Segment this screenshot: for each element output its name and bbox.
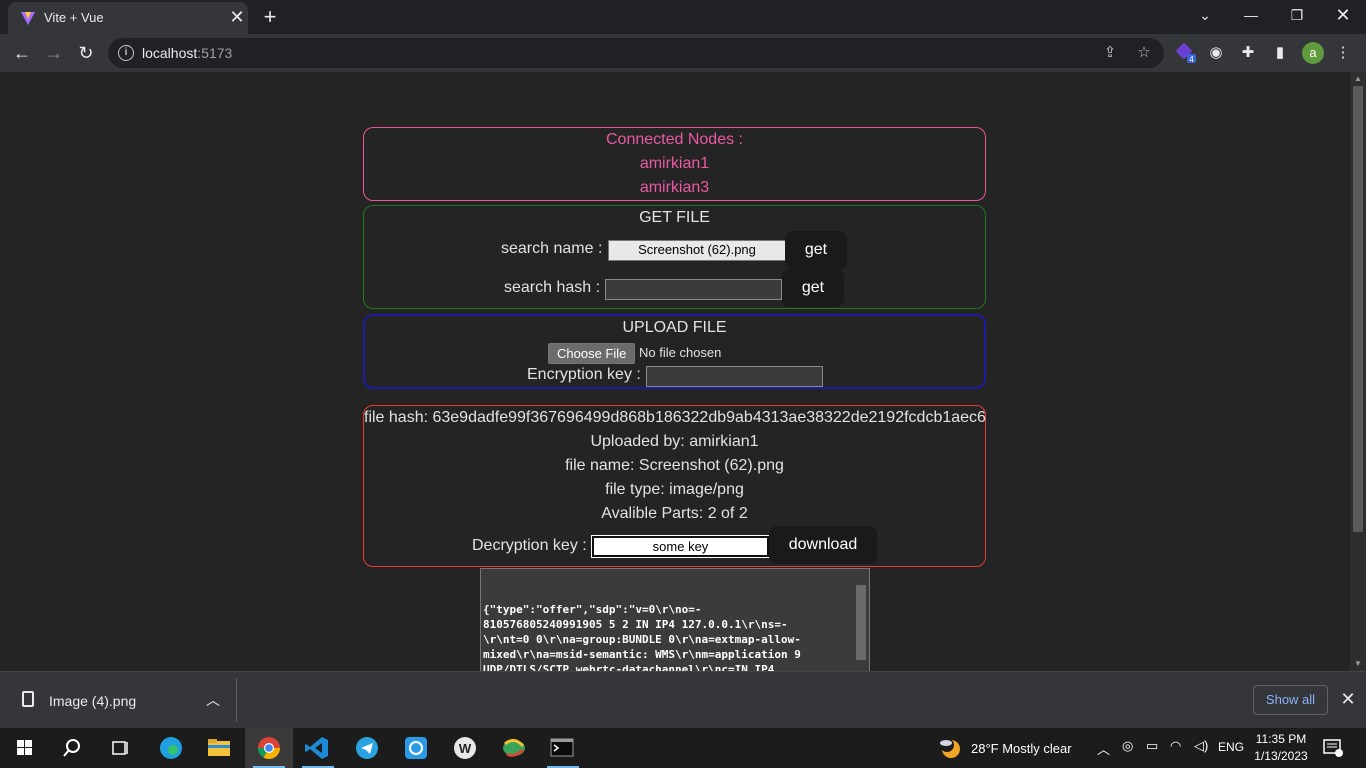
weather-text[interactable]: 28°F Mostly clear	[971, 741, 1072, 756]
file-name-text: file name: Screenshot (62).png	[565, 457, 784, 474]
page-scrollbar[interactable]: ▲ ▼	[1350, 72, 1366, 671]
forward-icon[interactable]: →	[41, 40, 67, 66]
file-icon	[22, 691, 34, 707]
upload-file-heading: UPLOAD FILE	[622, 319, 727, 336]
upload-file-panel: UPLOAD FILE Choose File No file chosen E…	[363, 314, 986, 389]
share-icon[interactable]: ⇪	[1100, 43, 1120, 63]
search-icon[interactable]	[57, 734, 87, 762]
file-type-text: file type: image/png	[605, 481, 744, 498]
globe-app-icon[interactable]	[499, 734, 529, 762]
clock-time: 11:35 PM	[1255, 732, 1307, 746]
vite-logo-icon	[21, 12, 35, 25]
sdp-textarea[interactable]: {"type":"offer","sdp":"v=0\r\no=- 810576…	[480, 568, 870, 671]
url-text: localhost:5173	[142, 45, 233, 61]
page-scroll-thumb[interactable]	[1353, 86, 1363, 532]
connected-nodes-heading: Connected Nodes :	[606, 131, 743, 148]
node-item: amirkian1	[639, 155, 710, 172]
clock[interactable]: 11:35 PM 1/13/2023	[1248, 731, 1314, 765]
notifications-icon[interactable]	[1322, 738, 1344, 758]
svg-text:4: 4	[1189, 55, 1194, 64]
search-hash-label: search hash :	[504, 279, 601, 296]
close-shelf-icon[interactable]: ✕	[1338, 689, 1358, 709]
telegram-icon[interactable]	[352, 734, 382, 762]
tab-vite-vue[interactable]: Vite + Vue ✕	[8, 2, 248, 34]
menu-kebab-icon[interactable]: ⋮	[1332, 42, 1354, 64]
browser-toolbar: ← → ↻ i localhost:5173 ⇪ ☆ 4 ◉ ✚ ▮ a ⋮	[0, 34, 1366, 72]
windows-taskbar: W 28°F Mostly clear ︿ ◎ ▭ ◠ ◁) ENG 11:35…	[0, 728, 1366, 768]
back-icon[interactable]: ←	[9, 40, 35, 66]
get-by-hash-button[interactable]: get	[782, 269, 844, 307]
show-all-button[interactable]: Show all	[1253, 685, 1328, 715]
decryption-key-input[interactable]: some key	[591, 535, 770, 558]
reload-icon[interactable]: ↻	[73, 40, 99, 66]
clock-date: 1/13/2023	[1254, 749, 1308, 763]
chevron-up-tray-icon[interactable]: ︿	[1097, 739, 1110, 758]
chevron-up-icon[interactable]: ︿	[203, 690, 223, 710]
choose-file-button[interactable]: Choose File	[548, 343, 636, 364]
scroll-up-icon[interactable]: ▲	[1350, 72, 1366, 86]
shelf-divider	[236, 678, 237, 722]
extension-circle-icon[interactable]: ◉	[1205, 42, 1227, 64]
node-item: amirkian3	[639, 179, 710, 196]
blue-shield-app-icon[interactable]	[401, 734, 431, 762]
decryption-key-label: Decryption key :	[472, 537, 587, 554]
address-bar[interactable]: i localhost:5173 ⇪ ☆	[108, 38, 1164, 68]
new-tab-button[interactable]: +	[256, 4, 284, 30]
search-name-input[interactable]: Screenshot (62).png	[608, 240, 786, 261]
download-shelf: Image (4).png ︿ Show all ✕	[0, 671, 1366, 728]
get-file-heading: GET FILE	[639, 209, 710, 226]
encryption-key-label: Encryption key :	[527, 366, 641, 383]
windows-start-icon[interactable]	[10, 734, 40, 762]
extension-badge-icon[interactable]: 4	[1175, 42, 1197, 64]
tab-search-icon[interactable]: ⌄	[1182, 0, 1228, 30]
file-explorer-icon[interactable]	[204, 734, 234, 762]
file-hash-text: file hash: 63e9dadfe99f367696499d868b186…	[364, 409, 986, 426]
get-file-panel: GET FILE search name : Screenshot (62).p…	[363, 205, 986, 309]
terminal-icon[interactable]	[547, 734, 577, 762]
wifi-icon[interactable]: ◠	[1170, 738, 1181, 754]
no-file-chosen-text: No file chosen	[639, 345, 722, 360]
volume-icon[interactable]: ◁)	[1194, 738, 1208, 754]
download-file-name[interactable]: Image (4).png	[49, 693, 136, 709]
encryption-key-input[interactable]	[646, 366, 823, 387]
restore-button[interactable]: ❐	[1274, 0, 1320, 30]
sdp-text: {"type":"offer","sdp":"v=0\r\no=- 810576…	[483, 603, 801, 671]
profile-avatar[interactable]: a	[1302, 42, 1324, 64]
battery-icon[interactable]: ▭	[1146, 738, 1158, 754]
uploaded-by-text: Uploaded by: amirkian1	[590, 433, 759, 450]
bookmark-star-icon[interactable]: ☆	[1134, 43, 1154, 63]
site-info-icon[interactable]: i	[118, 45, 134, 61]
search-hash-input[interactable]	[605, 279, 782, 300]
side-panel-icon[interactable]: ▮	[1269, 42, 1291, 64]
tab-title: Vite + Vue	[44, 10, 104, 25]
weather-moon-icon[interactable]	[937, 735, 963, 761]
scroll-down-icon[interactable]: ▼	[1350, 657, 1366, 671]
edge-icon[interactable]	[156, 734, 186, 762]
vscode-icon[interactable]	[302, 734, 332, 762]
connected-nodes-panel: Connected Nodes : amirkian1 amirkian3	[363, 127, 986, 201]
chrome-icon[interactable]	[254, 734, 284, 762]
file-info-panel: file hash: 63e9dadfe99f367696499d868b186…	[363, 405, 986, 567]
task-view-icon[interactable]	[105, 734, 135, 762]
meet-now-icon[interactable]: ◎	[1122, 738, 1133, 754]
get-by-name-button[interactable]: get	[785, 231, 847, 269]
search-name-label: search name :	[501, 240, 603, 257]
close-window-button[interactable]: ✕	[1320, 0, 1366, 30]
sdp-scroll-thumb[interactable]	[856, 585, 866, 660]
w-app-icon[interactable]: W	[450, 734, 480, 762]
close-tab-icon[interactable]: ✕	[227, 7, 247, 27]
sdp-scrollbar[interactable]	[853, 569, 869, 671]
language-indicator[interactable]: ENG	[1218, 740, 1244, 754]
extensions-puzzle-icon[interactable]: ✚	[1237, 42, 1259, 64]
svg-text:W: W	[459, 741, 472, 756]
download-button[interactable]: download	[769, 526, 877, 564]
minimize-button[interactable]: —	[1228, 0, 1274, 30]
page-viewport: Connected Nodes : amirkian1 amirkian3 GE…	[0, 72, 1350, 671]
available-parts-text: Avalible Parts: 2 of 2	[601, 505, 748, 522]
tab-strip: Vite + Vue ✕ + ⌄ — ❐ ✕	[0, 0, 1366, 34]
